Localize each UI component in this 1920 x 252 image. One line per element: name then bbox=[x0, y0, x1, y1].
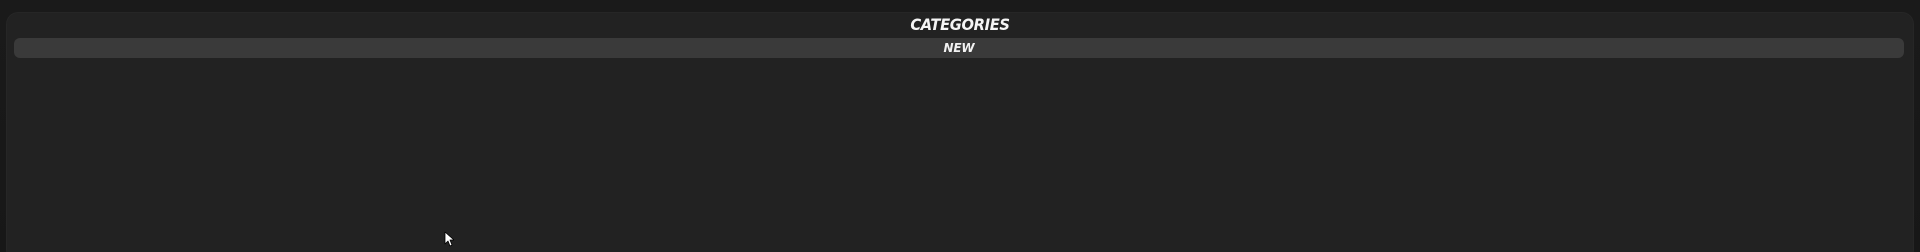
category-new-label: NEW bbox=[943, 41, 975, 55]
categories-content-area bbox=[14, 62, 1904, 252]
page: CATEGORIES NEW bbox=[0, 0, 1920, 252]
categories-panel: CATEGORIES NEW bbox=[6, 12, 1914, 252]
categories-title: CATEGORIES bbox=[910, 15, 1010, 34]
mouse-pointer-icon bbox=[444, 231, 454, 247]
category-new-button[interactable]: NEW bbox=[14, 38, 1904, 58]
